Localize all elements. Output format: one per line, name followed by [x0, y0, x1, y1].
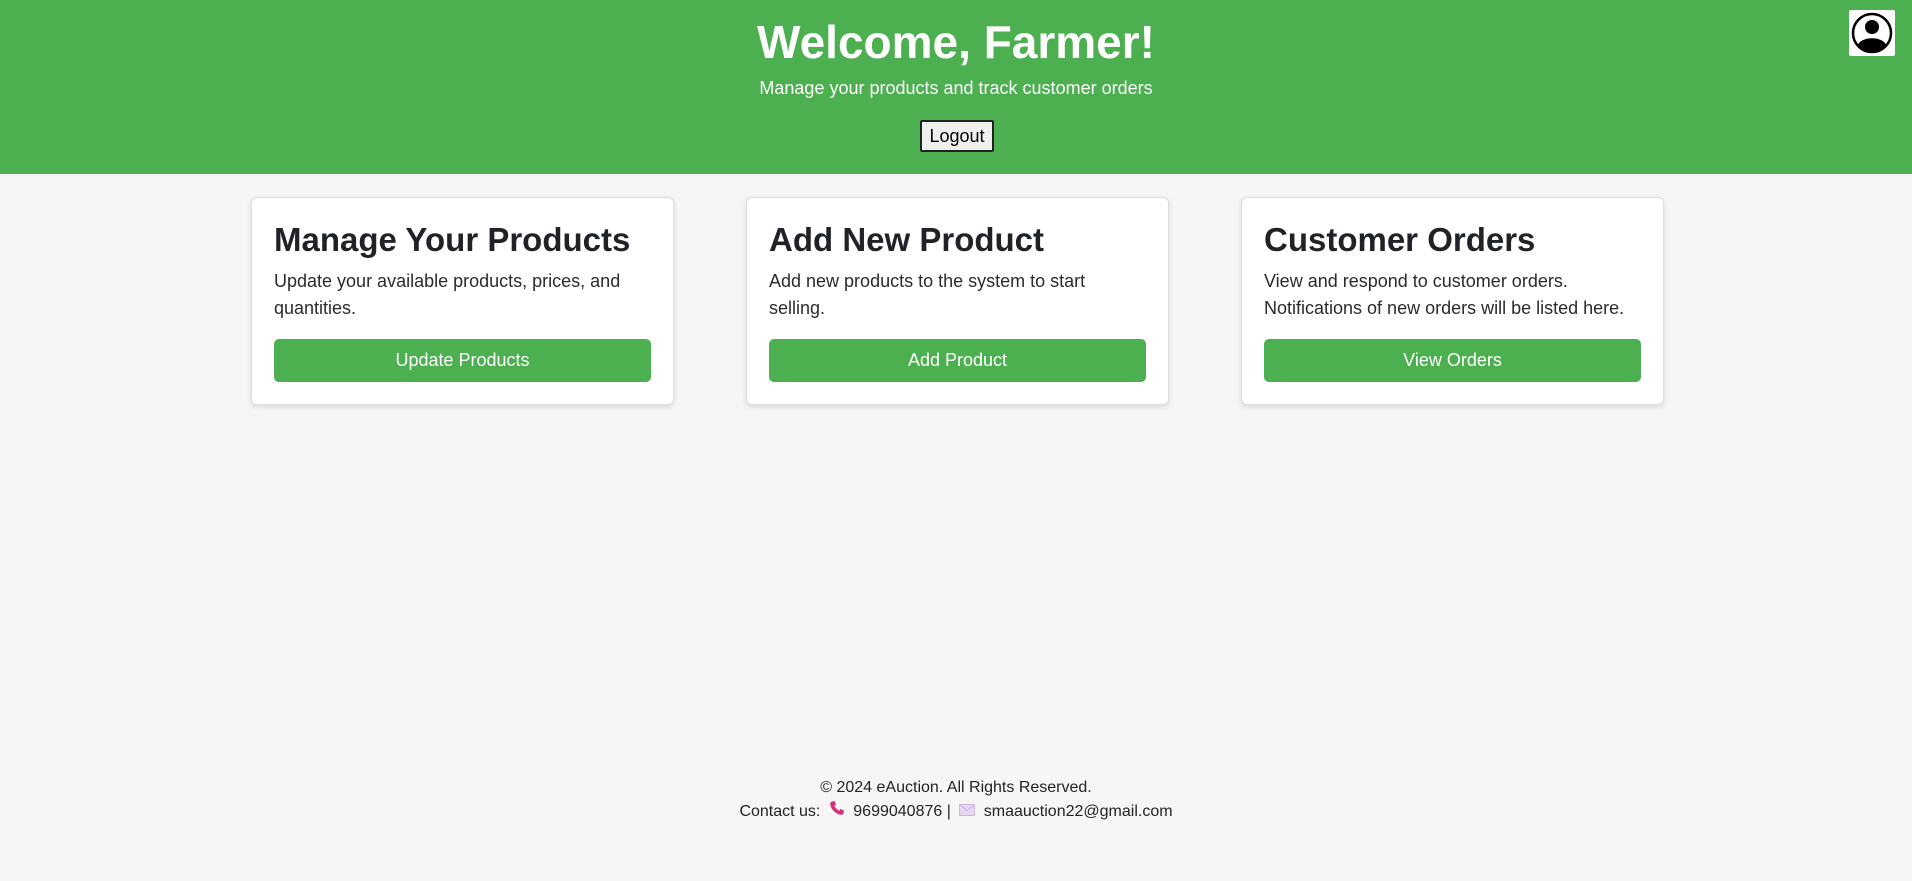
card-customer-orders: Customer Orders View and respond to cust… [1241, 197, 1664, 405]
card-description: View and respond to customer orders. Not… [1264, 271, 1625, 318]
card-title: Customer Orders [1264, 221, 1536, 258]
page-subtitle: Manage your products and track customer … [759, 78, 1153, 98]
contact-separator: | [946, 803, 951, 821]
contact-label: Contact us: [739, 803, 821, 821]
profile-button[interactable] [1849, 10, 1895, 56]
page-title: Welcome, Farmer! [757, 16, 1155, 68]
page-footer: © 2024 eAuction. All Rights Reserved. Co… [0, 776, 1912, 824]
card-title: Add New Product [769, 221, 1045, 258]
user-circle-icon [1851, 12, 1893, 54]
phone-icon [829, 800, 845, 824]
copyright-text: © 2024 eAuction. All Rights Reserved. [820, 779, 1092, 796]
card-description: Update your available products, prices, … [274, 271, 621, 318]
card-add-product: Add New Product Add new products to the … [746, 197, 1169, 405]
contact-line: Contact us: 9699040876 | smaauction22@gm… [0, 800, 1912, 824]
logout-button[interactable]: Logout [920, 120, 994, 152]
contact-email[interactable]: smaauction22@gmail.com [984, 803, 1173, 820]
view-orders-button[interactable]: View Orders [1264, 339, 1641, 382]
card-manage-products: Manage Your Products Update your availab… [251, 197, 674, 405]
card-description: Add new products to the system to start … [769, 271, 1086, 318]
page-header: Welcome, Farmer! Manage your products an… [0, 0, 1912, 174]
card-title: Manage Your Products [274, 221, 631, 258]
update-products-button[interactable]: Update Products [274, 339, 651, 382]
mail-icon [959, 800, 976, 824]
contact-phone: 9699040876 [853, 803, 943, 821]
add-product-button[interactable]: Add Product [769, 339, 1146, 382]
